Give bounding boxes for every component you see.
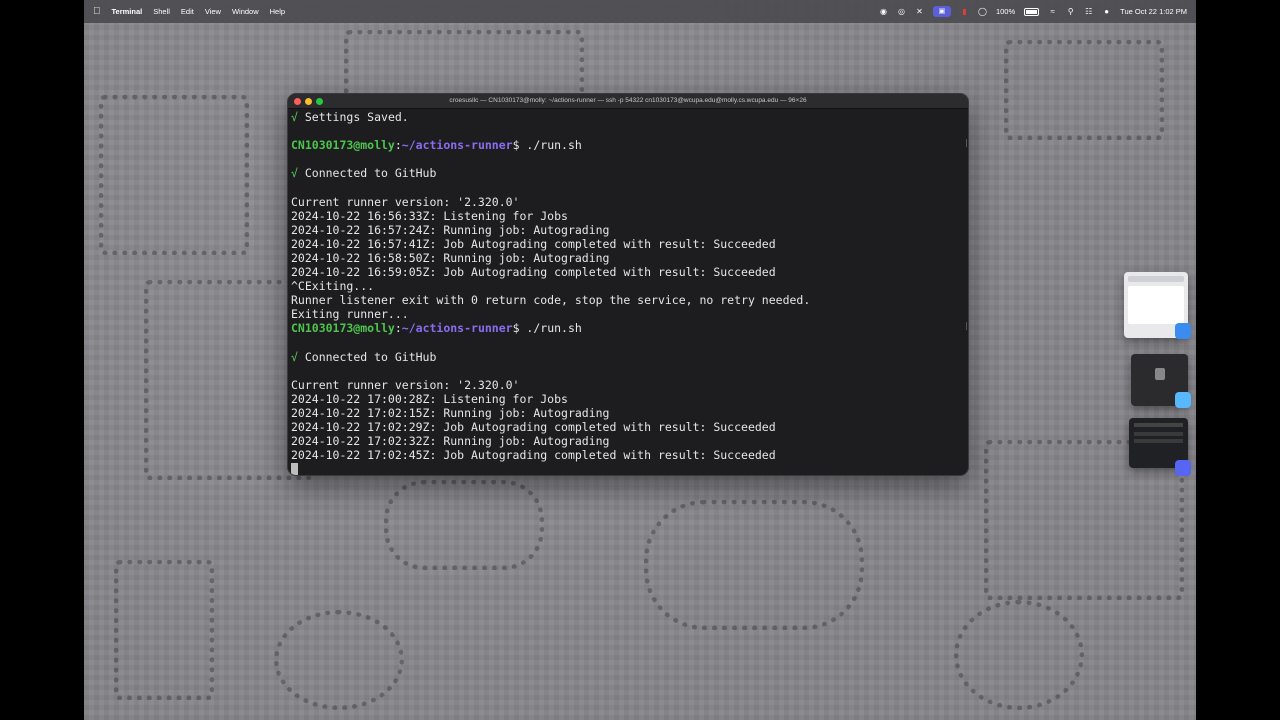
menu-window[interactable]: Window [232,7,259,16]
terminal-line-text: 2024-10-22 17:00:28Z: Listening for Jobs [291,391,568,406]
wallpaper-shape [644,500,864,630]
terminal-line-text: 2024-10-22 16:58:50Z: Running job: Autog… [291,250,610,265]
window-title: croesusllc — CN1030173@molly: ~/actions-… [449,97,807,104]
terminal-line-text: Connected to GitHub [304,349,437,364]
discord-icon[interactable] [1175,460,1191,476]
wallpaper-shape [1004,40,1164,140]
clock[interactable]: Tue Oct 22 1:02 PM [1120,7,1187,16]
command-text: $ ./run.sh [512,138,582,153]
terminal-line: √ Settings Saved. [291,110,968,124]
terminal-line-text: 2024-10-22 17:02:32Z: Running job: Autog… [291,434,610,449]
user-icon[interactable]: ● [1102,7,1111,16]
terminal-line-text: 2024-10-22 16:57:24Z: Running job: Autog… [291,222,610,237]
wallpaper-shape [954,600,1084,710]
prompt-path: ~/actions-runner [401,321,513,336]
checkmark-icon: √ [291,166,305,181]
menu-shell[interactable]: Shell [153,7,170,16]
terminal-line-text: 2024-10-22 17:02:45Z: Job Autograding co… [291,448,776,463]
wallpaper-shape [344,30,584,100]
x-icon[interactable]: ✕ [915,7,924,16]
menu-app-name[interactable]: Terminal [112,7,143,16]
battery-icon[interactable] [1024,7,1040,16]
terminal-line: CN1030173@molly:~/actions-runner$ ./run.… [291,138,968,152]
command-text: $ ./run.sh [512,321,582,336]
terminal-line-text: Runner listener exit with 0 return code,… [291,293,811,308]
prompt-user-host: CN1030173@molly [291,138,395,153]
terminal-line-text: 2024-10-22 17:02:15Z: Running job: Autog… [291,405,610,420]
menu-bar:  Terminal Shell Edit View Window Help ◉… [84,0,1196,23]
wifi-icon[interactable]: ≈ [1048,7,1057,16]
terminal-line-text: 2024-10-22 16:57:41Z: Job Autograding co… [291,236,776,251]
apple-menu-icon[interactable]:  [93,6,101,17]
prompt-path: ~/actions-runner [401,138,513,153]
terminal-output[interactable]: √ Settings Saved. CN1030173@molly:~/actio… [288,109,968,475]
terminal-line-text: ^CExiting... [291,279,375,294]
terminal-line: Current runner version: '2.320.0' [291,378,968,392]
menu-help[interactable]: Help [270,7,285,16]
terminal-line: 2024-10-22 17:02:29Z: Job Autograding co… [291,420,968,434]
menu-edit[interactable]: Edit [181,7,194,16]
alert-icon[interactable]: ▮ [960,7,969,16]
scroll-marker [966,322,967,330]
terminal-line: 2024-10-22 16:58:50Z: Running job: Autog… [291,251,968,265]
terminal-line-text: Exiting runner... [291,307,409,322]
terminal-line: CN1030173@molly:~/actions-runner$ ./run.… [291,321,968,335]
terminal-line: 2024-10-22 17:00:28Z: Listening for Jobs [291,392,968,406]
terminal-line-text: 2024-10-22 16:56:33Z: Listening for Jobs [291,208,568,223]
sync-icon[interactable]: ◯ [978,7,987,16]
terminal-line-text: Current runner version: '2.320.0' [291,194,520,209]
terminal-line-text: 2024-10-22 17:02:29Z: Job Autograding co… [291,420,776,435]
terminal-line: Runner listener exit with 0 return code,… [291,293,968,307]
prompt-user-host: CN1030173@molly [291,321,395,336]
terminal-line: √ Connected to GitHub [291,166,968,180]
wallpaper-shape [274,610,404,710]
terminal-line-text: Connected to GitHub [304,166,437,181]
terminal-window[interactable]: croesusllc — CN1030173@molly: ~/actions-… [287,93,969,476]
screen-share-icon[interactable]: ▣ [932,6,951,17]
checkmark-icon: √ [291,110,305,124]
wallpaper-shape [114,560,214,700]
scroll-marker [966,139,967,147]
terminal-line: 2024-10-22 16:59:05Z: Job Autograding co… [291,265,968,279]
terminal-line: 2024-10-22 16:57:41Z: Job Autograding co… [291,237,968,251]
desktop:  Terminal Shell Edit View Window Help ◉… [84,0,1196,720]
safari-icon[interactable] [1175,323,1191,339]
terminal-line: 2024-10-22 17:02:45Z: Job Autograding co… [291,448,968,462]
control-center-icon[interactable]: ☷ [1084,7,1093,16]
text-cursor[interactable] [291,463,298,475]
terminal-line: 2024-10-22 16:57:24Z: Running job: Autog… [291,223,968,237]
terminal-line: √ Connected to GitHub [291,350,968,364]
terminal-line-text: Current runner version: '2.320.0' [291,377,520,392]
terminal-line: ^CExiting... [291,279,968,293]
record-icon[interactable]: ◉ [879,7,888,16]
terminal-line: 2024-10-22 16:56:33Z: Listening for Jobs [291,209,968,223]
terminal-line-text: Settings Saved. [304,110,409,124]
checkmark-icon: √ [291,349,305,364]
app-icon[interactable] [1175,392,1191,408]
title-bar[interactable]: croesusllc — CN1030173@molly: ~/actions-… [288,94,968,109]
globe-icon[interactable]: ◎ [897,7,906,16]
battery-percent: 100% [995,7,1016,16]
prompt-separator: : [394,321,402,336]
terminal-line-text: 2024-10-22 16:59:05Z: Job Autograding co… [291,265,776,280]
terminal-line: 2024-10-22 17:02:15Z: Running job: Autog… [291,406,968,420]
terminal-line [291,462,968,475]
wallpaper-shape [384,480,544,570]
menu-view[interactable]: View [205,7,221,16]
search-icon[interactable]: ⚲ [1066,7,1075,16]
wallpaper-shape [99,95,249,255]
terminal-line: 2024-10-22 17:02:32Z: Running job: Autog… [291,434,968,448]
terminal-line: Current runner version: '2.320.0' [291,195,968,209]
terminal-line: Exiting runner... [291,307,968,321]
prompt-separator: : [394,138,402,153]
